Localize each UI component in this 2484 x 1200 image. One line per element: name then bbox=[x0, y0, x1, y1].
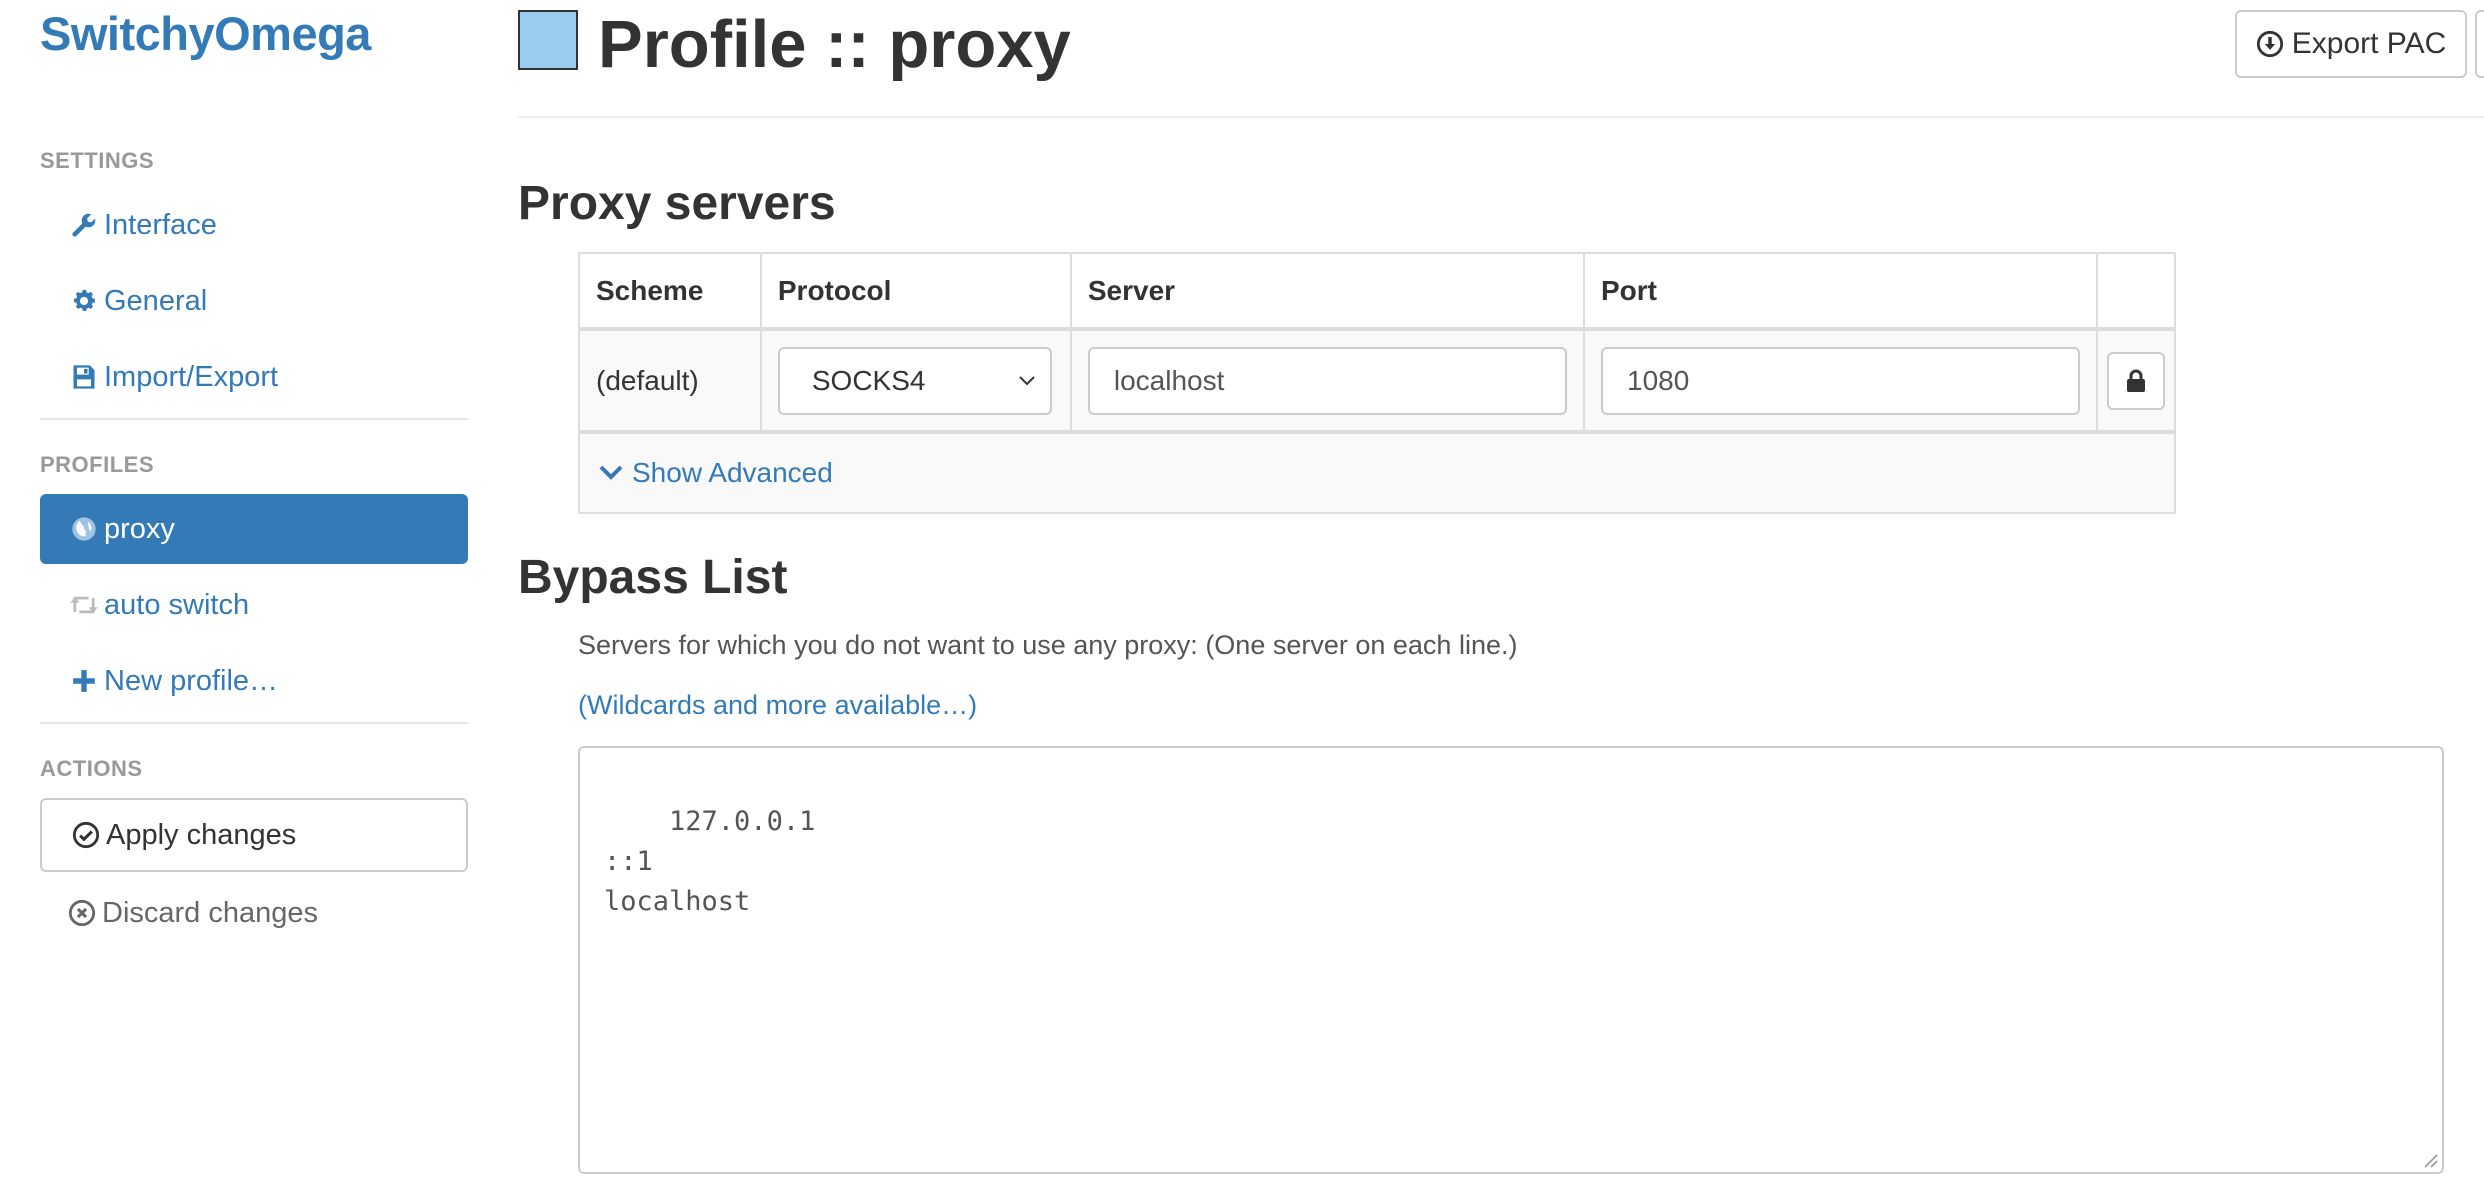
column-header-protocol: Protocol bbox=[759, 252, 1072, 331]
check-circle-icon bbox=[72, 821, 100, 849]
apply-changes-label: Apply changes bbox=[106, 818, 297, 851]
profiles-section-heading: PROFILES bbox=[40, 452, 155, 477]
overflow-button[interactable] bbox=[2475, 10, 2484, 78]
sidebar-item-label: New profile… bbox=[104, 664, 279, 697]
column-header-scheme: Scheme bbox=[578, 252, 762, 331]
export-pac-label: Export PAC bbox=[2291, 27, 2447, 60]
bypass-list-heading: Bypass List bbox=[518, 551, 788, 604]
actions-section-heading: ACTIONS bbox=[40, 756, 143, 781]
x-circle-icon bbox=[68, 899, 96, 927]
sidebar-item-import-export[interactable]: Import/Export bbox=[40, 342, 468, 412]
sidebar-item-proxy[interactable]: proxy bbox=[40, 494, 468, 564]
sidebar-item-label: Interface bbox=[104, 208, 217, 241]
discard-changes-button[interactable]: Discard changes bbox=[40, 878, 468, 948]
sidebar-item-auto-switch[interactable]: auto switch bbox=[40, 570, 468, 640]
floppy-icon bbox=[68, 361, 100, 393]
plus-icon bbox=[68, 665, 100, 697]
port-input[interactable]: 1080 bbox=[1601, 346, 2081, 415]
resize-handle-icon[interactable] bbox=[2420, 1150, 2438, 1168]
lock-icon bbox=[2125, 369, 2147, 393]
show-advanced-label: Show Advanced bbox=[632, 457, 833, 488]
sidebar-item-label: auto switch bbox=[104, 588, 250, 621]
export-pac-button[interactable]: Export PAC bbox=[2235, 10, 2467, 78]
sidebar-item-label: Import/Export bbox=[104, 360, 279, 393]
wildcards-help-link[interactable]: (Wildcards and more available…) bbox=[578, 690, 977, 721]
retweet-icon bbox=[68, 589, 100, 621]
server-input[interactable]: localhost bbox=[1087, 346, 1567, 415]
wrench-icon bbox=[68, 209, 100, 241]
chevron-down-icon bbox=[598, 464, 624, 482]
sidebar-item-new-profile[interactable]: New profile… bbox=[40, 646, 468, 716]
brand-logo[interactable]: SwitchyOmega bbox=[40, 6, 371, 61]
profile-color-swatch[interactable] bbox=[518, 10, 578, 70]
settings-section-heading: SETTINGS bbox=[40, 148, 155, 173]
server-cell: localhost bbox=[1069, 328, 1586, 432]
gear-icon bbox=[68, 285, 100, 317]
discard-changes-label: Discard changes bbox=[102, 896, 318, 929]
header-divider bbox=[518, 116, 2484, 118]
sidebar-item-label: proxy bbox=[104, 512, 175, 545]
protocol-select-value: SOCKS4 bbox=[811, 364, 926, 396]
table-row: (default) SOCKS4 localhost 1080 bbox=[578, 328, 2176, 432]
column-header-auth bbox=[2096, 252, 2176, 331]
bypass-list-textarea[interactable]: 127.0.0.1 ::1 localhost bbox=[578, 746, 2444, 1174]
sidebar-item-interface[interactable]: Interface bbox=[40, 190, 468, 260]
main-content: Profile :: proxy Export PAC Proxy server… bbox=[518, 0, 2484, 1200]
column-header-server: Server bbox=[1069, 252, 1586, 331]
protocol-cell: SOCKS4 bbox=[759, 328, 1072, 432]
proxy-servers-heading: Proxy servers bbox=[518, 177, 836, 230]
sidebar-item-label: General bbox=[104, 284, 208, 317]
port-cell: 1080 bbox=[1582, 328, 2099, 432]
auth-cell bbox=[2096, 328, 2176, 432]
column-header-port: Port bbox=[1582, 252, 2099, 331]
bypass-list-value: 127.0.0.1 ::1 localhost bbox=[604, 806, 816, 917]
scheme-cell: (default) bbox=[578, 328, 762, 432]
sidebar-divider bbox=[40, 722, 468, 724]
page-title: Profile :: proxy bbox=[598, 7, 1071, 82]
chevron-down-icon bbox=[1018, 375, 1036, 387]
sidebar: SwitchyOmega SETTINGS Interface General … bbox=[0, 0, 500, 1200]
sidebar-divider bbox=[40, 418, 468, 420]
show-advanced-toggle[interactable]: Show Advanced bbox=[578, 432, 2176, 514]
download-icon bbox=[2256, 30, 2284, 58]
bypass-help-text: Servers for which you do not want to use… bbox=[578, 630, 1518, 660]
protocol-select[interactable]: SOCKS4 bbox=[777, 346, 1052, 415]
proxy-servers-table: Scheme Protocol Server Port (default) SO… bbox=[578, 252, 2176, 432]
globe-icon bbox=[68, 513, 100, 545]
apply-changes-button[interactable]: Apply changes bbox=[40, 798, 468, 872]
sidebar-item-general[interactable]: General bbox=[40, 266, 468, 336]
auth-button[interactable] bbox=[2107, 351, 2165, 410]
